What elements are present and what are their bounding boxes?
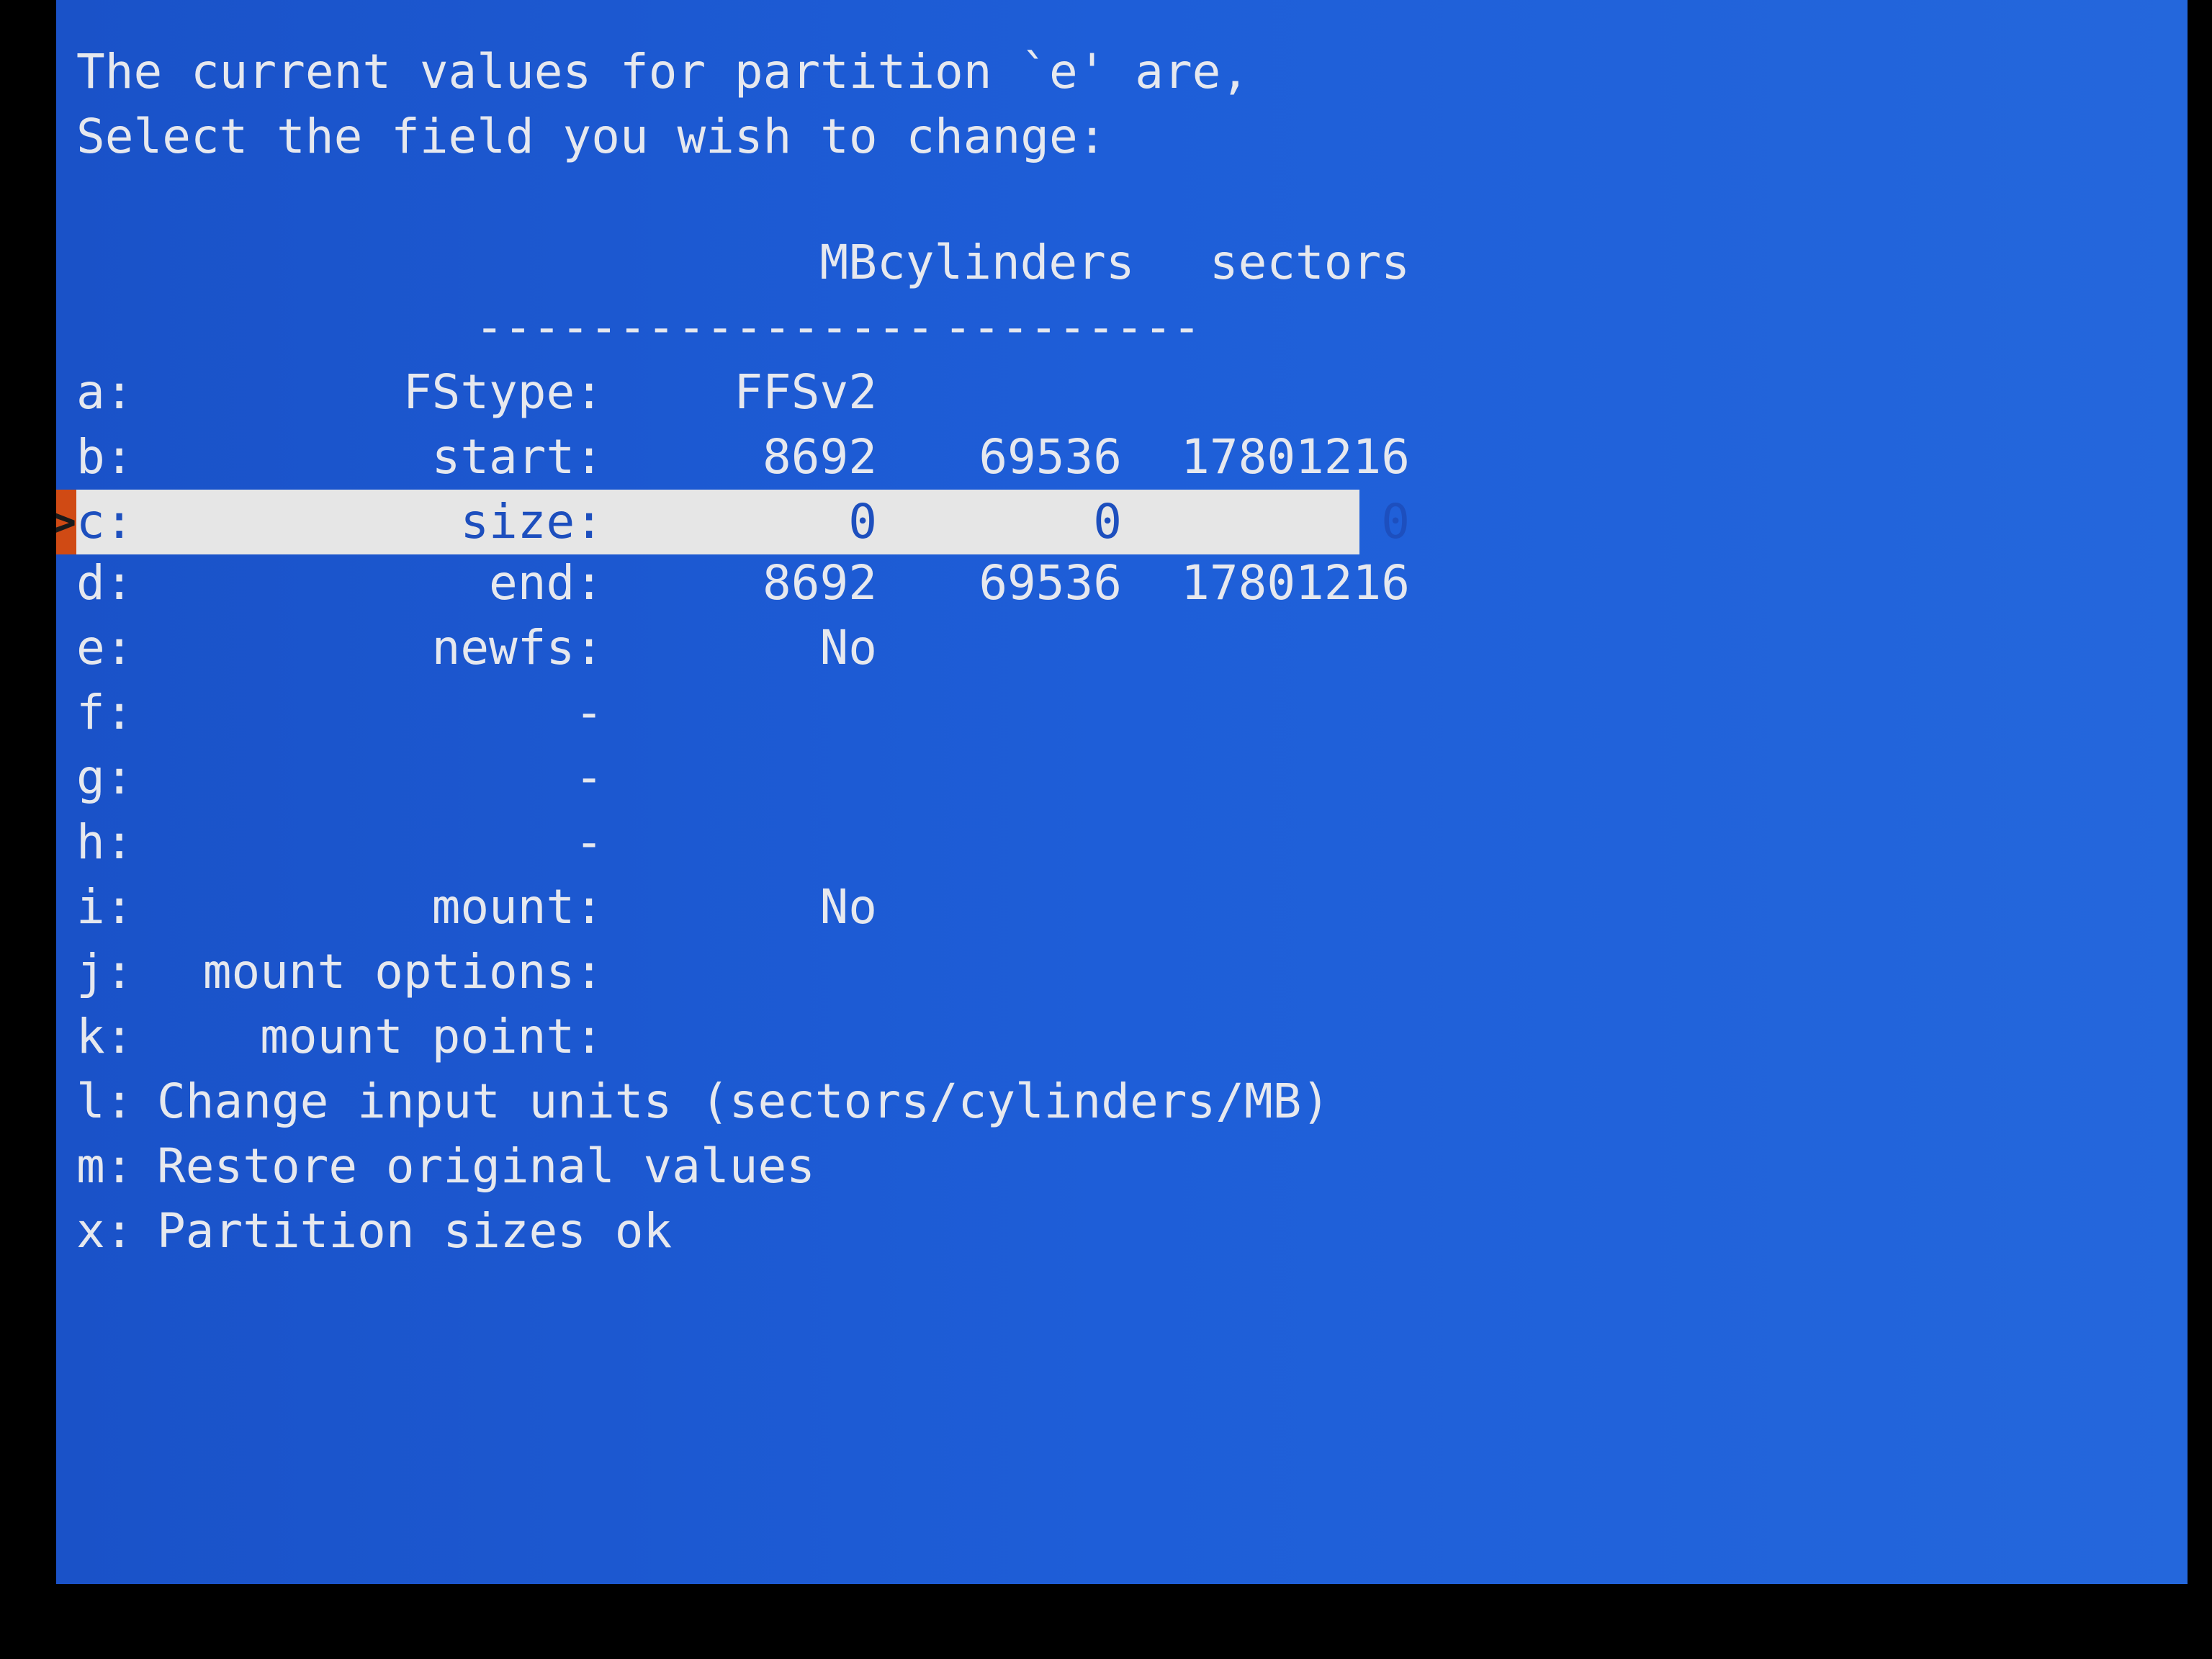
menu-label: Restore original values xyxy=(157,1138,815,1194)
rule-cylinders: --------- xyxy=(677,300,935,355)
row-sectors-value: 0 xyxy=(1381,494,1410,549)
column-header-sectors: sectors xyxy=(1209,235,1410,290)
field-row-c-selected[interactable]: > c: size: 0 0 0 xyxy=(56,490,2188,554)
menu-item-restore-values[interactable]: m: Restore original values xyxy=(56,1138,2188,1195)
menu-label: Change input units (sectors/cylinders/MB… xyxy=(157,1074,1331,1129)
column-headers: MB cylinders sectors xyxy=(56,234,2188,292)
row-cylinders-value: 69536 xyxy=(979,429,1122,485)
field-row-i[interactable]: i: mount: No xyxy=(56,878,2188,936)
header-line-2: Select the field you wish to change: xyxy=(56,108,2188,166)
row-mb-value: No xyxy=(819,879,877,935)
menu-key: l: xyxy=(76,1074,134,1129)
terminal-screen: The current values for partition `e' are… xyxy=(56,0,2188,1584)
row-mb-value: FFSv2 xyxy=(734,364,877,420)
field-row-j[interactable]: j: mount options: xyxy=(56,943,2188,1001)
row-mb-value: 8692 xyxy=(763,555,877,611)
row-label: - xyxy=(575,750,603,805)
field-row-g[interactable]: g: - xyxy=(56,749,2188,806)
row-cylinders-value: 0 xyxy=(1093,494,1122,549)
row-label: newfs: xyxy=(431,620,603,675)
row-sectors-value: 17801216 xyxy=(1181,429,1410,485)
rule-sectors: --------- xyxy=(943,300,1201,355)
row-label: mount point: xyxy=(260,1009,603,1064)
menu-key: m: xyxy=(76,1138,134,1194)
field-row-k[interactable]: k: mount point: xyxy=(56,1008,2188,1066)
header-text-2: Select the field you wish to change: xyxy=(76,109,1107,164)
menu-label: Partition sizes ok xyxy=(157,1203,673,1259)
column-header-mb: MB xyxy=(819,235,877,290)
row-mb-value: No xyxy=(819,620,877,675)
row-label: start: xyxy=(431,429,603,485)
header-text-1: The current values for partition `e' are… xyxy=(76,44,1250,99)
field-row-h[interactable]: h: - xyxy=(56,814,2188,871)
row-label: - xyxy=(575,685,603,740)
header-line-1: The current values for partition `e' are… xyxy=(56,43,2188,101)
field-row-b[interactable]: b: start: 8692 69536 17801216 xyxy=(56,428,2188,486)
field-row-d[interactable]: d: end: 8692 69536 17801216 xyxy=(56,554,2188,612)
field-row-a[interactable]: a: FStype: FFSv2 xyxy=(56,364,2188,421)
row-mb-value: 0 xyxy=(848,494,877,549)
row-label: mount: xyxy=(431,879,603,935)
cursor-arrow-icon: > xyxy=(56,497,77,547)
column-header-cylinders: cylinders xyxy=(877,235,1135,290)
row-label: end: xyxy=(489,555,603,611)
menu-item-sizes-ok[interactable]: x: Partition sizes ok xyxy=(56,1202,2188,1260)
row-label: FStype: xyxy=(403,364,603,420)
column-rules: ------- --------- --------- xyxy=(56,299,2188,356)
row-label: mount options: xyxy=(202,944,603,999)
row-cylinders-value: 69536 xyxy=(979,555,1122,611)
row-label: size: xyxy=(460,494,603,549)
field-row-e[interactable]: e: newfs: No xyxy=(56,619,2188,677)
menu-key: x: xyxy=(76,1203,134,1259)
row-label: - xyxy=(575,814,603,870)
field-row-f[interactable]: f: - xyxy=(56,684,2188,742)
menu-item-change-units[interactable]: l: Change input units (sectors/cylinders… xyxy=(56,1073,2188,1130)
row-mb-value: 8692 xyxy=(763,429,877,485)
row-sectors-value: 17801216 xyxy=(1181,555,1410,611)
